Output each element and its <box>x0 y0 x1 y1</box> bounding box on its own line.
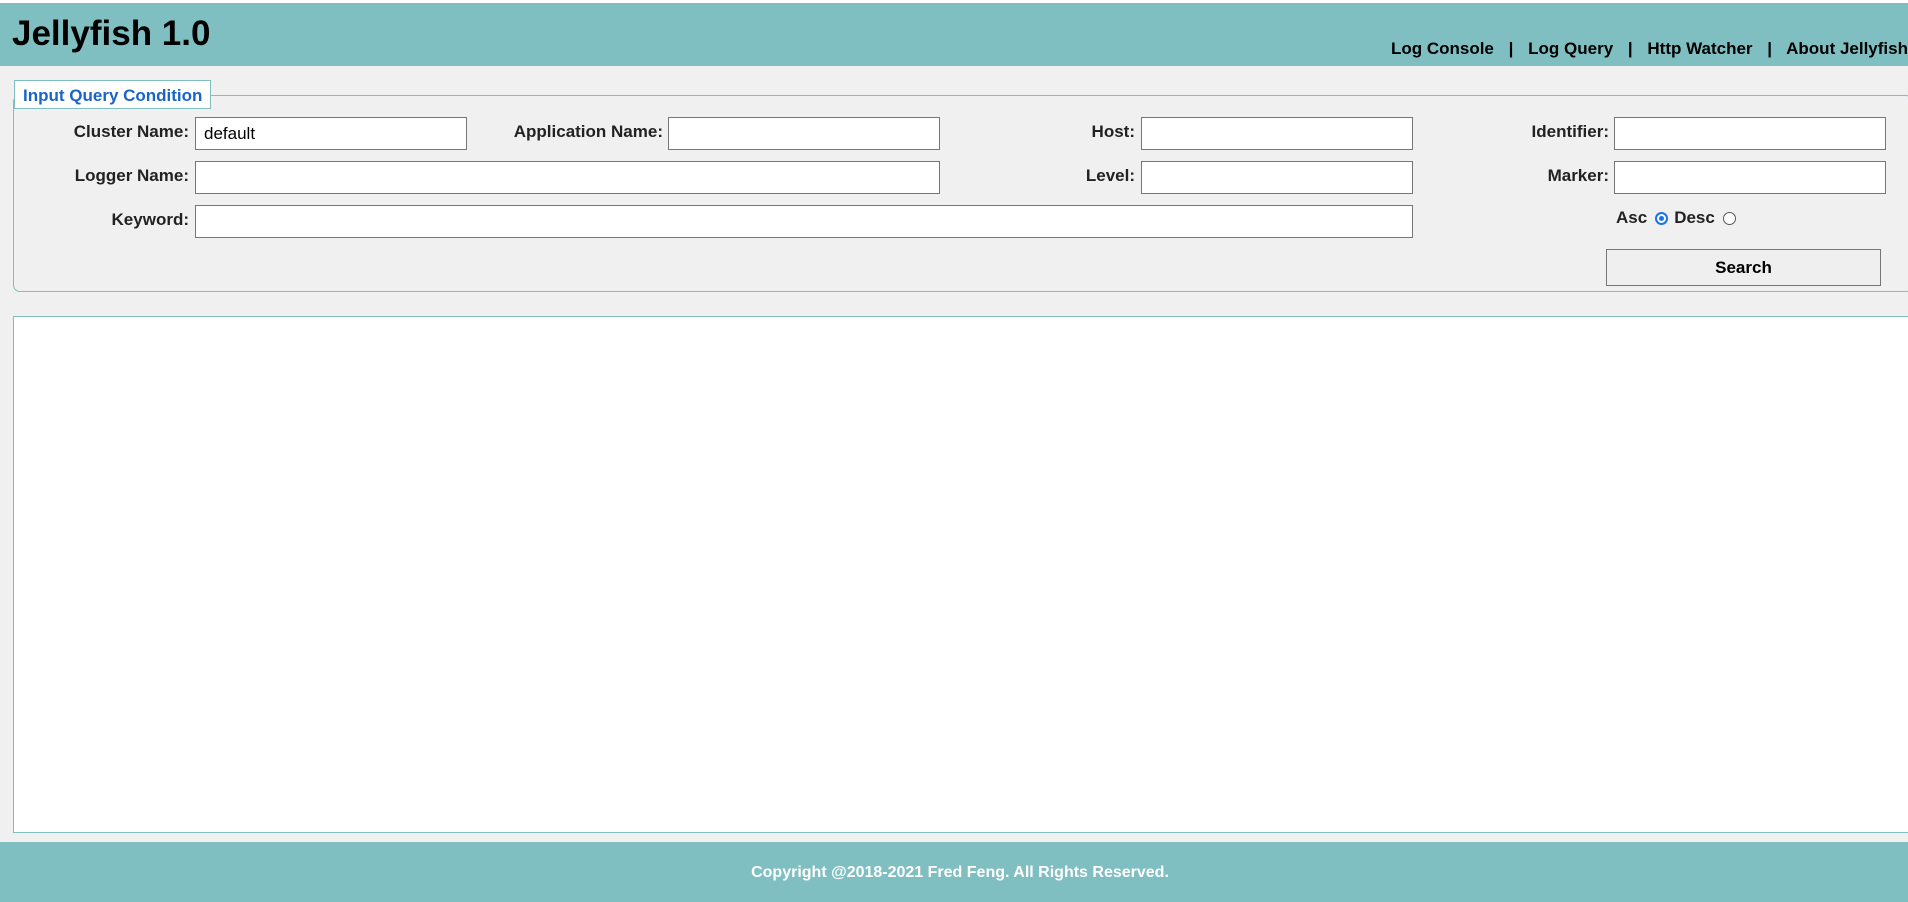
marker-label: Marker: <box>1547 166 1609 185</box>
sort-order-group: Asc Desc <box>1616 208 1742 228</box>
nav-log-console[interactable]: Log Console <box>1391 39 1494 58</box>
cluster-name-input[interactable] <box>195 117 467 150</box>
logger-name-label: Logger Name: <box>74 166 189 185</box>
host-label: Host: <box>1091 122 1135 141</box>
asc-radio[interactable] <box>1655 211 1669 225</box>
nav-separator: | <box>1508 39 1514 58</box>
application-name-label: Application Name: <box>513 122 663 141</box>
query-panel-legend: Input Query Condition <box>14 80 212 109</box>
copyright-text: Copyright @2018-2021 Fred Feng. All Righ… <box>751 864 1169 881</box>
footer: Copyright @2018-2021 Fred Feng. All Righ… <box>0 842 1908 902</box>
top-header: Jellyfish 1.0 Log Console | Log Query | … <box>0 3 1908 66</box>
keyword-label: Keyword: <box>111 210 189 229</box>
logger-name-input[interactable] <box>195 161 940 194</box>
desc-radio[interactable] <box>1722 211 1736 225</box>
nav-separator: | <box>1767 39 1773 58</box>
level-label: Level: <box>1085 166 1135 185</box>
cluster-name-label: Cluster Name: <box>73 122 189 141</box>
keyword-input[interactable] <box>195 205 1413 238</box>
asc-label: Asc <box>1616 208 1648 227</box>
identifier-input[interactable] <box>1614 117 1886 150</box>
marker-input[interactable] <box>1614 161 1886 194</box>
nav-about-jellyfish[interactable]: About Jellyfish <box>1786 39 1908 58</box>
nav-separator: | <box>1627 39 1633 58</box>
app-title: Jellyfish 1.0 <box>12 14 211 53</box>
application-name-input[interactable] <box>668 117 940 150</box>
nav-log-query[interactable]: Log Query <box>1528 39 1613 58</box>
level-input[interactable] <box>1141 161 1413 194</box>
top-nav: Log Console | Log Query | Http Watcher |… <box>1391 39 1908 59</box>
desc-label: Desc <box>1674 208 1715 227</box>
search-button[interactable]: Search <box>1606 249 1881 286</box>
identifier-label: Identifier: <box>1531 122 1609 141</box>
results-panel <box>13 316 1908 833</box>
host-input[interactable] <box>1141 117 1413 150</box>
nav-http-watcher[interactable]: Http Watcher <box>1647 39 1752 58</box>
